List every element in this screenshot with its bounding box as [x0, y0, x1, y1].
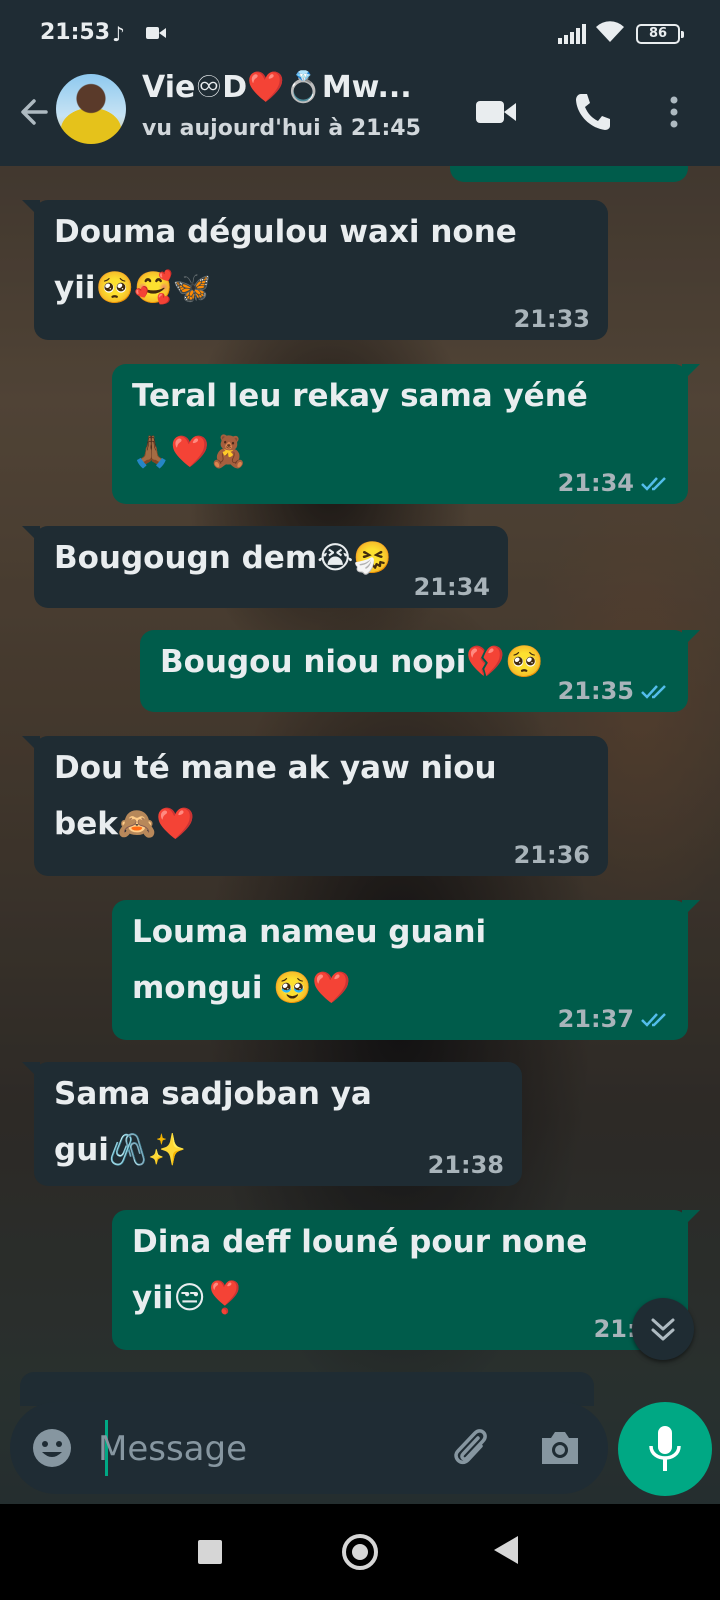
message-text: Bougougn dem😭🤧	[54, 540, 392, 576]
message-text: Dou té mane ak yaw niou bek🙈❤️	[54, 750, 497, 842]
mic-icon	[649, 1426, 681, 1471]
message-text: Teral leu rekay sama yéné🙏🏾❤️🧸	[132, 378, 588, 470]
system-back-button[interactable]	[494, 1536, 518, 1564]
message-composer	[10, 1402, 608, 1494]
message-bubble-incoming[interactable]: Douma dégulou waxi none yii🥺🥰🦋 21:33	[22, 200, 608, 340]
message-time: 21:34	[557, 469, 634, 497]
contact-name[interactable]: Vie♾D❤️💍Mw...	[142, 70, 412, 105]
battery-level: 86	[648, 26, 668, 41]
chevron-double-down-icon	[651, 1318, 675, 1341]
more-vert-icon[interactable]	[664, 92, 684, 132]
message-list[interactable]: Douma dégulou waxi none yii🥺🥰🦋 21:33 Ter…	[0, 166, 720, 1406]
back-arrow-icon[interactable]	[14, 92, 54, 132]
message-time: 21:33	[513, 305, 590, 333]
message-bubble-incoming[interactable]: Dou té mane ak yaw niou bek🙈❤️ 21:36	[22, 736, 608, 876]
message-bubble-outgoing[interactable]: Louma nameu guani mongui 🥹❤️ 21:37	[112, 900, 700, 1040]
read-ticks-icon	[641, 1013, 666, 1027]
paperclip-icon[interactable]	[448, 1424, 492, 1472]
message-time: 21:35	[557, 677, 634, 705]
recents-button[interactable]	[198, 1540, 222, 1564]
contact-avatar[interactable]	[56, 74, 126, 144]
message-meta: 21:35	[558, 676, 670, 706]
message-text: Douma dégulou waxi none yii🥺🥰🦋	[54, 214, 517, 306]
message-bubble-outgoing[interactable]: Bougou niou nopi💔🥺 21:35	[140, 630, 700, 712]
message-bubble-incoming[interactable]: Sama sadjoban ya gui🖇️✨ 21:38	[22, 1062, 522, 1186]
tiktok-notification-icon: ♪	[112, 22, 125, 46]
partial-message-bubble	[20, 1372, 594, 1406]
camera-icon[interactable]	[538, 1428, 582, 1468]
message-time: 21:36	[513, 841, 590, 869]
phone-icon[interactable]	[572, 90, 612, 132]
video-call-icon[interactable]	[474, 92, 518, 132]
message-meta: 21:34	[558, 468, 670, 498]
message-bubble-outgoing[interactable]: Dina deff louné pour none yii😒❣️ 21:39	[112, 1210, 700, 1350]
message-meta: 21:37	[558, 1004, 670, 1034]
read-ticks-icon	[641, 477, 666, 491]
emoji-icon[interactable]	[30, 1426, 74, 1470]
message-input[interactable]	[96, 1416, 430, 1482]
battery-icon: 86	[636, 24, 684, 44]
status-time: 21:53	[40, 20, 111, 45]
message-time: 21:34	[413, 573, 490, 601]
message-text: Dina deff louné pour none yii😒❣️	[132, 1224, 588, 1316]
last-seen-status: vu aujourd'hui à 21:45	[142, 116, 421, 141]
mic-button[interactable]	[618, 1402, 712, 1496]
scroll-to-bottom-button[interactable]	[632, 1298, 694, 1360]
home-button[interactable]	[342, 1534, 378, 1570]
video-notification-icon	[146, 27, 166, 39]
wifi-icon	[596, 21, 624, 42]
system-navigation-bar	[0, 1504, 720, 1600]
message-text: Sama sadjoban ya gui🖇️✨	[54, 1076, 372, 1168]
message-text: Bougou niou nopi💔🥺	[160, 644, 544, 680]
status-bar: 21:53 ♪ 86	[0, 0, 720, 66]
partial-message-bubble	[450, 166, 688, 182]
message-text: Louma nameu guani mongui 🥹❤️	[132, 914, 487, 1006]
message-bubble-outgoing[interactable]: Teral leu rekay sama yéné🙏🏾❤️🧸 21:34	[112, 364, 700, 504]
message-time: 21:38	[427, 1151, 504, 1179]
read-ticks-icon	[641, 685, 666, 699]
signal-icon	[558, 24, 586, 44]
chat-header: Vie♾D❤️💍Mw... vu aujourd'hui à 21:45	[0, 66, 720, 166]
message-bubble-incoming[interactable]: Bougougn dem😭🤧 21:34	[22, 526, 508, 608]
message-time: 21:37	[557, 1005, 634, 1033]
